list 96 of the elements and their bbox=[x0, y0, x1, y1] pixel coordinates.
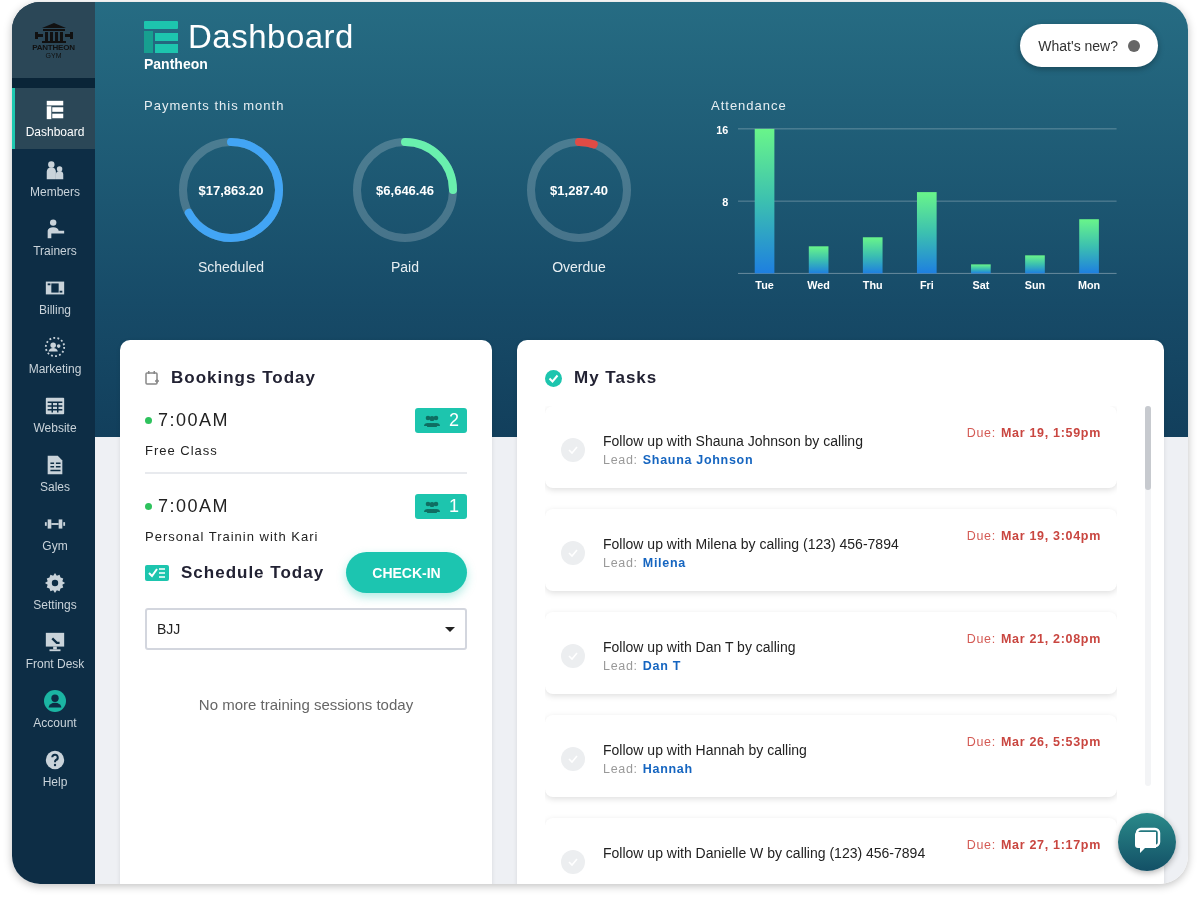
sidebar-item[interactable]: Website bbox=[12, 385, 95, 444]
logo-text: PANTHEON bbox=[32, 43, 75, 52]
attendee-badge: 2 bbox=[415, 408, 467, 433]
axis-label: 8 bbox=[722, 196, 729, 209]
task-text: Follow up with Milena by calling (123) 456-7894 bbox=[603, 536, 900, 552]
sidebar-item[interactable]: Front Desk bbox=[12, 621, 95, 680]
axis-label: 16 bbox=[716, 123, 729, 136]
checklist-icon bbox=[145, 564, 169, 581]
lead-label: Lead: bbox=[603, 659, 638, 673]
page-title: Dashboard bbox=[188, 18, 354, 56]
due-label: Due: bbox=[966, 529, 996, 545]
sidebar-item[interactable]: Settings bbox=[12, 562, 95, 621]
amount-text: $17,863.20 bbox=[198, 182, 264, 198]
amount-text: $1,287.40 bbox=[550, 182, 608, 198]
caret-icon bbox=[445, 626, 455, 632]
due-date: Mar 21, 2:08pm bbox=[1000, 632, 1101, 648]
due-label: Due: bbox=[966, 632, 996, 648]
amount-text: $6,646.46 bbox=[376, 182, 434, 198]
bar bbox=[1025, 255, 1045, 274]
sidebar-item[interactable]: Gym bbox=[12, 503, 95, 562]
donut-label: Paid bbox=[391, 259, 419, 275]
task-text: Follow up with Hannah by calling bbox=[603, 742, 808, 758]
bar bbox=[1079, 219, 1099, 274]
section-title: Payments this month bbox=[144, 98, 286, 113]
card-title: Schedule Today bbox=[181, 562, 325, 583]
check-circle-icon bbox=[545, 369, 562, 387]
donut-label: Overdue bbox=[552, 259, 606, 275]
task-card[interactable]: Follow up with Hannah by calling Lead: Hannah Due: Mar 26, 5:53pm bbox=[545, 715, 1117, 797]
empty-message: No more training sessions today bbox=[197, 696, 415, 713]
task-card[interactable]: Follow up with Danielle W by calling (123) 456-7894 Due: Mar 27, 1:17pm bbox=[545, 818, 1117, 876]
sidebar-item[interactable]: Marketing bbox=[12, 326, 95, 385]
axis-label: Sun bbox=[1024, 279, 1046, 292]
calendar-icon bbox=[145, 371, 159, 385]
lead-label: Lead: bbox=[603, 762, 638, 776]
lead-link[interactable]: Hannah bbox=[642, 762, 693, 776]
axis-label: Wed bbox=[807, 279, 830, 292]
due-label: Due: bbox=[966, 426, 996, 442]
status-dot-icon bbox=[1128, 39, 1140, 52]
sidebar-item[interactable]: Trainers bbox=[12, 208, 95, 267]
booking-name: Personal Trainin with Kari bbox=[145, 529, 320, 544]
avatar-icon bbox=[44, 689, 66, 712]
temple-icon bbox=[33, 21, 74, 44]
whats-new-button[interactable]: What's new? bbox=[1020, 24, 1158, 67]
due-date: Mar 27, 1:17pm bbox=[1000, 838, 1101, 854]
settings-icon bbox=[44, 571, 66, 594]
people-icon bbox=[423, 500, 441, 513]
axis-label: Fri bbox=[919, 279, 934, 292]
lead-label: Lead: bbox=[603, 556, 638, 570]
status-dot-icon bbox=[145, 503, 152, 510]
task-text: Follow up with Dan T by calling bbox=[603, 639, 797, 655]
monitor-icon bbox=[44, 630, 66, 653]
sidebar-item[interactable]: Sales bbox=[12, 444, 95, 503]
dashboard-icon bbox=[144, 21, 178, 53]
task-card[interactable]: Follow up with Milena by calling (123) 456-7894 Lead: Milena Due: Mar 19, 3:04pm bbox=[545, 509, 1117, 591]
bar bbox=[808, 246, 829, 274]
gym-name: Pantheon bbox=[144, 56, 209, 72]
lead-link[interactable]: Shauna Johnson bbox=[642, 453, 754, 467]
task-text: Follow up with Danielle W by calling (123) 456-7894 bbox=[603, 845, 927, 861]
lead-link[interactable]: Dan T bbox=[642, 659, 681, 673]
section-title: Attendance bbox=[711, 98, 788, 113]
axis-label: Tue bbox=[755, 279, 774, 292]
booking-time: 7:00AM bbox=[158, 496, 230, 517]
due-label: Due: bbox=[966, 735, 996, 751]
axis-label: Sat bbox=[972, 279, 990, 292]
status-dot-icon bbox=[145, 417, 152, 424]
class-select[interactable]: BJJ bbox=[145, 608, 467, 650]
sidebar-item[interactable]: Billing bbox=[12, 267, 95, 326]
card-title: My Tasks bbox=[574, 368, 658, 388]
sidebar-item[interactable]: Dashboard bbox=[12, 88, 95, 149]
lead-label: Lead: bbox=[603, 453, 638, 467]
bar bbox=[971, 264, 991, 274]
sidebar-item[interactable]: Help bbox=[12, 739, 95, 798]
task-text: Follow up with Shauna Johnson by calling bbox=[603, 433, 864, 449]
sidebar-item[interactable]: Members bbox=[12, 149, 95, 208]
task-card[interactable]: Follow up with Dan T by calling Lead: Dan T Due: Mar 21, 2:08pm bbox=[545, 612, 1117, 694]
due-date: Mar 19, 1:59pm bbox=[1000, 426, 1101, 442]
people-icon bbox=[44, 158, 66, 181]
due-date: Mar 26, 5:53pm bbox=[1000, 735, 1101, 751]
help-icon bbox=[44, 748, 66, 771]
dashboard-icon bbox=[44, 98, 66, 121]
axis-label: Thu bbox=[862, 279, 883, 292]
attendee-badge: 1 bbox=[415, 494, 467, 519]
booking-time: 7:00AM bbox=[158, 410, 230, 431]
lead-link[interactable]: Milena bbox=[642, 556, 686, 570]
due-label: Due: bbox=[966, 838, 996, 854]
axis-label: Mon bbox=[1077, 279, 1101, 292]
people-circle-icon bbox=[44, 335, 66, 358]
scrollbar[interactable] bbox=[1145, 406, 1151, 786]
sidebar-item[interactable]: Account bbox=[12, 680, 95, 739]
people-icon bbox=[423, 414, 441, 427]
donut-label: Scheduled bbox=[197, 259, 265, 275]
bar bbox=[862, 237, 883, 274]
task-card[interactable]: Follow up with Shauna Johnson by calling Lead: Shauna Johnson Due: Mar 19, 1:59pm bbox=[545, 406, 1117, 488]
card-title: Bookings Today bbox=[171, 368, 316, 388]
booking-name: Free Class bbox=[145, 443, 219, 458]
due-date: Mar 19, 3:04pm bbox=[1000, 529, 1101, 545]
